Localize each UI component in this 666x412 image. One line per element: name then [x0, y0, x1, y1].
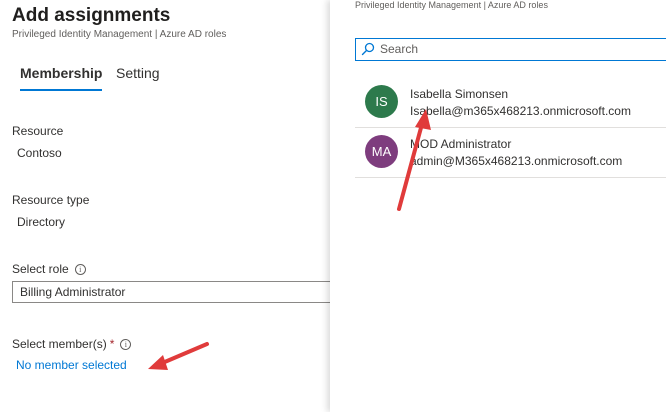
- user-list-item[interactable]: MA MOD Administrator admin@M365x468213.o…: [355, 128, 666, 178]
- select-members-label-row: Select member(s) * i: [12, 337, 132, 351]
- user-email: admin@M365x468213.onmicrosoft.com: [410, 154, 623, 168]
- search-icon: [361, 42, 375, 56]
- tab-membership[interactable]: Membership: [20, 65, 103, 91]
- select-role-label-row: Select role i: [12, 262, 86, 276]
- user-name: Isabella Simonsen: [410, 87, 509, 101]
- info-icon[interactable]: i: [120, 339, 132, 350]
- page-subtitle: Privileged Identity Management | Azure A…: [12, 29, 227, 40]
- user-name: MOD Administrator: [410, 137, 512, 151]
- required-marker: *: [109, 337, 115, 351]
- search-placeholder: Search: [380, 42, 419, 56]
- avatar: IS: [365, 85, 398, 118]
- search-input[interactable]: Search: [355, 38, 666, 61]
- add-assignments-blade: Add assignments Privileged Identity Mana…: [0, 0, 342, 412]
- user-list-item[interactable]: IS Isabella Simonsen Isabella@m365x46821…: [355, 78, 666, 128]
- no-member-selected-link[interactable]: No member selected: [16, 358, 127, 372]
- resource-type-value: Directory: [17, 215, 66, 229]
- select-role-label: Select role: [12, 262, 69, 276]
- resource-label: Resource: [12, 124, 64, 138]
- flyout-subtitle: Privileged Identity Management | Azure A…: [355, 0, 548, 10]
- info-icon[interactable]: i: [74, 264, 86, 275]
- select-members-flyout: Privileged Identity Management | Azure A…: [330, 0, 666, 412]
- select-members-label: Select member(s): [12, 337, 107, 351]
- resource-type-label: Resource type: [12, 193, 90, 207]
- tab-setting[interactable]: Setting: [116, 65, 160, 81]
- select-role-dropdown[interactable]: Billing Administrator: [12, 281, 342, 303]
- resource-value: Contoso: [17, 146, 62, 160]
- avatar: MA: [365, 135, 398, 168]
- page-title: Add assignments: [12, 5, 171, 26]
- user-email: Isabella@m365x468213.onmicrosoft.com: [410, 104, 631, 118]
